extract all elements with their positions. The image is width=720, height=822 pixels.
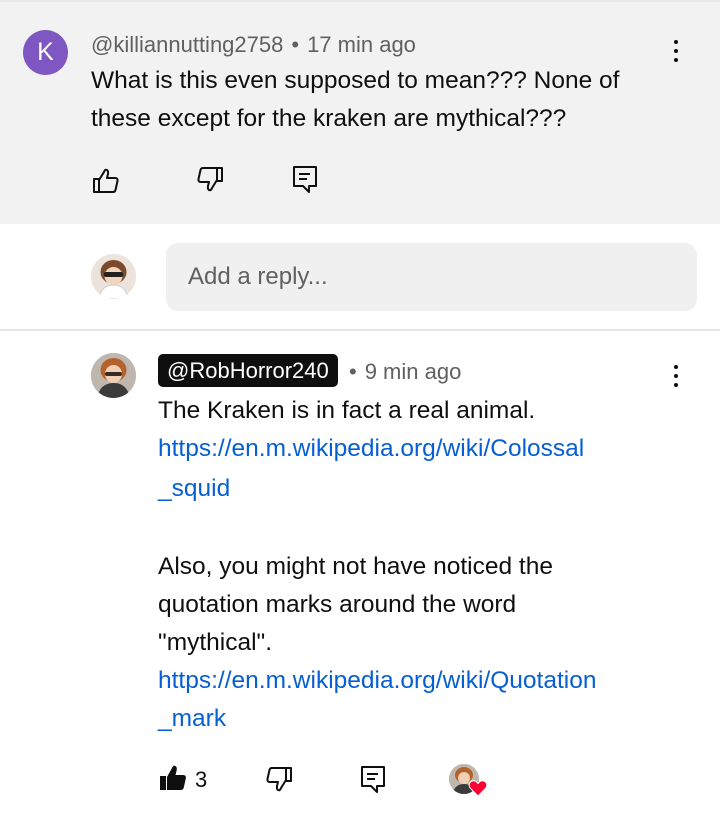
dislike-icon[interactable]	[264, 764, 294, 794]
reply-text-line: "mythical".	[158, 629, 273, 656]
creator-heart	[449, 762, 489, 800]
comment-time: 17 min ago	[307, 32, 416, 57]
meta-separator: •	[349, 359, 357, 384]
dislike-icon[interactable]	[195, 164, 225, 194]
like-count: 3	[195, 767, 208, 792]
reply-link-quotation-mark[interactable]: https://en.m.wikipedia.org/wiki/Quotatio…	[158, 662, 678, 738]
meta-separator: •	[291, 32, 300, 57]
link-line[interactable]: https://en.m.wikipedia.org/wiki/Colossal	[158, 430, 678, 468]
link-line[interactable]: https://en.m.wikipedia.org/wiki/Quotatio…	[158, 662, 678, 700]
reply-author-avatar[interactable]	[91, 353, 136, 398]
comment-text: What is this even supposed to mean??? No…	[91, 62, 691, 138]
author-avatar[interactable]: K	[23, 30, 68, 75]
reply-text-block: Also, you might not have noticed the quo…	[158, 548, 678, 662]
comment-text-line: What is this even supposed to mean??? No…	[91, 67, 620, 94]
reply-icon[interactable]	[290, 164, 320, 194]
more-vert-icon[interactable]	[666, 361, 686, 391]
reply-text-line: quotation marks around the word	[158, 591, 517, 618]
creator-heart-icon	[468, 780, 488, 797]
my-avatar[interactable]	[91, 254, 136, 299]
link-line[interactable]: _mark	[158, 700, 678, 738]
more-vert-icon[interactable]	[666, 36, 686, 66]
reply-author-handle[interactable]: @RobHorror240	[158, 354, 338, 387]
comment-meta: @killiannutting2758 • 17 min ago	[91, 32, 416, 58]
comment-text-line: these except for the kraken are mythical…	[91, 105, 567, 132]
like-icon[interactable]	[91, 166, 121, 196]
reply-link-colossal-squid[interactable]: https://en.m.wikipedia.org/wiki/Colossal…	[158, 430, 678, 508]
top-divider	[0, 0, 720, 2]
reply-meta: • 9 min ago	[349, 359, 461, 385]
comment-card: K @killiannutting2758 • 17 min ago What is…	[0, 0, 720, 224]
reply-text-line: Also, you might not have noticed the	[158, 553, 553, 580]
like-filled-icon[interactable]	[158, 763, 188, 793]
comment-author[interactable]: @killiannutting2758	[91, 32, 283, 57]
reply-text-line: The Kraken is in fact a real animal.	[158, 397, 536, 424]
reply-time: 9 min ago	[364, 359, 462, 384]
reply-input[interactable]	[166, 243, 697, 311]
section-divider	[0, 329, 720, 331]
link-line[interactable]: _squid	[158, 470, 678, 508]
reply-input-box[interactable]	[166, 243, 697, 311]
reply-icon[interactable]	[358, 764, 388, 794]
